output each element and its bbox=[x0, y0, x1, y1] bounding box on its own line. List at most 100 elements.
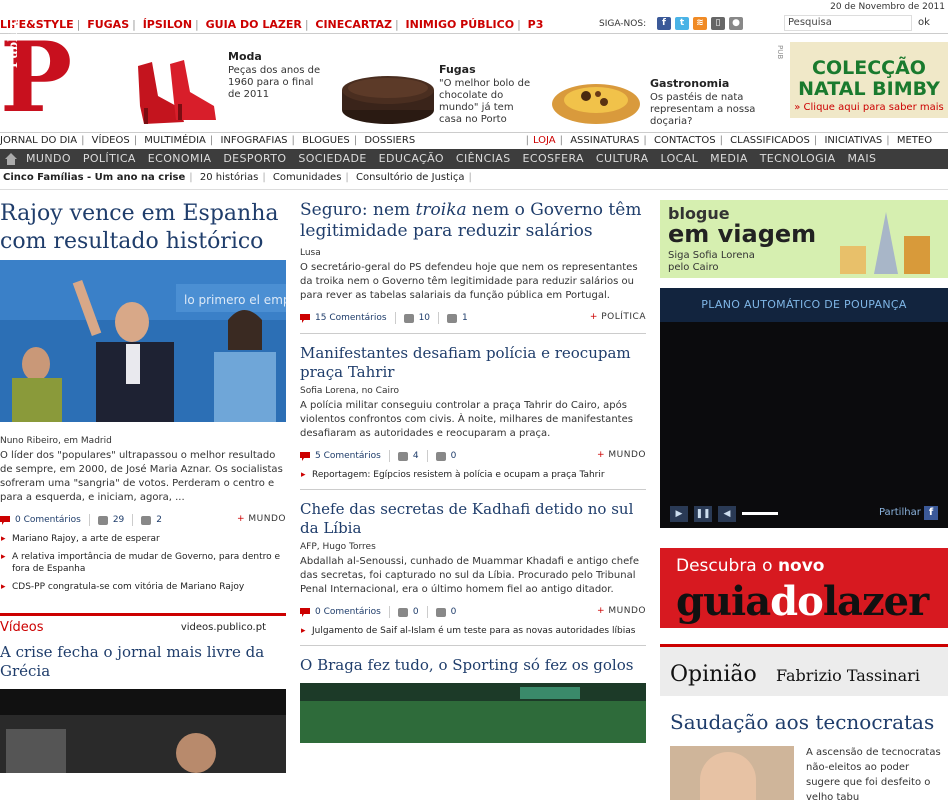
videos-header: Vídeos videos.publico.pt bbox=[0, 613, 286, 635]
top-link-cinecartaz[interactable]: CINECARTAZ bbox=[315, 18, 392, 31]
secondary-nav: JORNAL DO DIA | VÍDEOS | MULTIMÉDIA | INFOG… bbox=[0, 132, 948, 149]
mobile-icon[interactable]: ▯ bbox=[711, 17, 725, 30]
top-link-fugas[interactable]: FUGAS bbox=[87, 18, 129, 31]
article-3-related[interactable]: Julgamento de Saif al-Islam é um teste p… bbox=[300, 625, 646, 637]
video-headline[interactable]: A crise fecha o jornal mais livre da Gré… bbox=[0, 643, 286, 681]
opinion-author[interactable]: Fabrizio Tassinari bbox=[776, 666, 920, 685]
rss-icon[interactable]: ≋ bbox=[693, 17, 707, 30]
article-3-comments[interactable]: 0 Comentários bbox=[315, 607, 381, 617]
bimby-ad[interactable]: COLECÇÃO NATAL BIMBY » Clique aqui para … bbox=[790, 42, 948, 118]
article-4-photo[interactable] bbox=[300, 683, 646, 743]
subnav-comunidades[interactable]: Comunidades bbox=[273, 172, 341, 183]
blog-promo[interactable]: blogue em viagem Siga Sofia Lorena pelo C… bbox=[660, 200, 948, 278]
promo-title: Moda bbox=[228, 50, 262, 63]
facebook-icon[interactable]: f bbox=[657, 17, 671, 30]
nav-tecnologia[interactable]: TECNOLOGIA bbox=[760, 152, 836, 165]
share-count-icon bbox=[397, 451, 408, 461]
pause-icon[interactable]: ❚❚ bbox=[694, 506, 712, 522]
home-icon[interactable] bbox=[4, 152, 18, 166]
article-2-headline[interactable]: Manifestantes desafiam polícia e reocupa… bbox=[300, 344, 646, 382]
lead-related-2[interactable]: A relativa importância de mudar de Gover… bbox=[0, 551, 286, 575]
article-3-headline[interactable]: Chefe das secretas de Kadhafi detido no … bbox=[300, 500, 646, 538]
top-link-inimigo[interactable]: INIMIGO PÚBLICO bbox=[406, 18, 515, 31]
article-1-section[interactable]: POLÍTICA bbox=[590, 312, 646, 322]
subnav-cinco-familias[interactable]: Cinco Famílias - Um ano na crise bbox=[3, 172, 185, 183]
share-count-icon bbox=[97, 515, 108, 525]
lead-photo[interactable]: lo primero el empleo bbox=[0, 260, 286, 422]
promo-fugas[interactable]: Fugas "O melhor bolo de chocolate do mun… bbox=[439, 63, 539, 126]
nav-multimedia[interactable]: MULTIMÉDIA bbox=[144, 135, 206, 146]
lead-count-2: 2 bbox=[156, 515, 163, 525]
article-4-headline[interactable]: O Braga fez tudo, o Sporting só fez os g… bbox=[300, 656, 646, 675]
nav-classificados[interactable]: CLASSIFICADOS bbox=[730, 135, 810, 146]
video-thumb[interactable] bbox=[0, 689, 286, 773]
lead-related-1[interactable]: Mariano Rajoy, a arte de esperar bbox=[0, 533, 286, 545]
photo-banner: lo primero el empleo bbox=[184, 293, 286, 307]
promo-pastel-image[interactable] bbox=[550, 74, 642, 126]
nav-contactos[interactable]: CONTACTOS bbox=[654, 135, 716, 146]
apple-icon[interactable]: ● bbox=[729, 17, 743, 30]
nav-assinaturas[interactable]: ASSINATURAS bbox=[570, 135, 639, 146]
nav-ecosfera[interactable]: ECOSFERA bbox=[523, 152, 584, 165]
volume-slider[interactable] bbox=[742, 512, 778, 515]
article-2-related[interactable]: Reportagem: Egípcios resistem à polícia … bbox=[300, 469, 646, 481]
blog-subtitle: Siga Sofia Lorena pelo Cairo bbox=[668, 250, 755, 273]
search-ok-button[interactable]: ok bbox=[918, 17, 930, 28]
nav-politica[interactable]: POLÍTICA bbox=[83, 152, 136, 165]
nav-blogues[interactable]: BLOGUES bbox=[302, 135, 350, 146]
nav-mundo[interactable]: MUNDO bbox=[26, 152, 71, 165]
promo-gastronomia[interactable]: Gastronomia Os pastéis de nata represent… bbox=[650, 77, 760, 128]
social-icons: f t ≋ ▯ ● bbox=[657, 17, 743, 30]
videos-link[interactable]: videos.publico.pt bbox=[181, 622, 266, 633]
article-1-comments[interactable]: 15 Comentários bbox=[315, 313, 387, 323]
publico-logo[interactable]: P Público bbox=[0, 17, 80, 130]
top-link-p3[interactable]: P3 bbox=[528, 18, 544, 31]
twitter-icon[interactable]: t bbox=[675, 17, 689, 30]
nav-jornal[interactable]: JORNAL DO DIA bbox=[0, 135, 77, 146]
lead-related-3[interactable]: CDS-PP congratula-se com vitória de Mari… bbox=[0, 581, 286, 593]
nav-cultura[interactable]: CULTURA bbox=[596, 152, 649, 165]
subnav-20-historias[interactable]: 20 histórias bbox=[200, 172, 259, 183]
article-3-section[interactable]: MUNDO bbox=[597, 606, 646, 616]
opinion-title[interactable]: Saudação aos tecnocratas bbox=[670, 710, 934, 734]
lead-section[interactable]: MUNDO bbox=[237, 514, 286, 524]
nav-economia[interactable]: ECONOMIA bbox=[148, 152, 212, 165]
play-icon[interactable]: ▶ bbox=[670, 506, 688, 522]
video-share[interactable]: Partilhar f bbox=[879, 506, 938, 520]
lead-comments[interactable]: 0 Comentários bbox=[15, 515, 81, 525]
date-text: 20 de Novembro de 2011 bbox=[830, 2, 945, 12]
nav-mais[interactable]: MAIS bbox=[848, 152, 877, 165]
videos-label[interactable]: Vídeos bbox=[0, 620, 43, 635]
top-link-guia[interactable]: GUIA DO LAZER bbox=[206, 18, 302, 31]
promo-cake-image[interactable] bbox=[340, 70, 436, 126]
nav-local[interactable]: LOCAL bbox=[660, 152, 698, 165]
article-2-count-1: 4 bbox=[412, 451, 419, 461]
recommend-icon bbox=[141, 515, 152, 525]
promo-moda[interactable]: Moda Peças dos anos de 1960 para o final… bbox=[228, 50, 328, 101]
nav-sociedade[interactable]: SOCIEDADE bbox=[298, 152, 366, 165]
article-2-section[interactable]: MUNDO bbox=[597, 450, 646, 460]
article-1-count-1: 10 bbox=[418, 313, 431, 323]
promo-shoes-image[interactable] bbox=[130, 56, 222, 128]
nav-educacao[interactable]: EDUCAÇÃO bbox=[379, 152, 444, 165]
nav-media[interactable]: MEDIA bbox=[710, 152, 748, 165]
nav-ciencias[interactable]: CIÊNCIAS bbox=[456, 152, 511, 165]
nav-desporto[interactable]: DESPORTO bbox=[223, 152, 286, 165]
guia-lazer-ad[interactable]: Descubra o novo guiadolazer bbox=[660, 548, 948, 628]
nav-loja[interactable]: LOJA bbox=[533, 135, 556, 146]
nav-infografias[interactable]: INFOGRAFIAS bbox=[220, 135, 287, 146]
nav-meteo[interactable]: METEO bbox=[897, 135, 932, 146]
nav-videos[interactable]: VÍDEOS bbox=[92, 135, 130, 146]
article-1-headline[interactable]: Seguro: nem troika nem o Governo têm leg… bbox=[300, 200, 646, 242]
ad-pub-label: PUB bbox=[776, 45, 784, 60]
lead-headline[interactable]: Rajoy vence em Espanha com resultado his… bbox=[0, 200, 286, 256]
video-player[interactable]: PLANO AUTOMÁTICO DE POUPANÇA ▶ ❚❚ ◀ Part… bbox=[660, 288, 948, 528]
subnav-consultorio[interactable]: Consultório de Justiça bbox=[356, 172, 465, 183]
recommend-icon bbox=[435, 451, 446, 461]
article-2-comments[interactable]: 5 Comentários bbox=[315, 451, 381, 461]
nav-dossiers[interactable]: DOSSIERS bbox=[364, 135, 415, 146]
volume-icon[interactable]: ◀ bbox=[718, 506, 736, 522]
nav-iniciativas[interactable]: INICIATIVAS bbox=[824, 135, 882, 146]
top-link-ipsilon[interactable]: ÍPSILON bbox=[143, 18, 192, 31]
opinion-author-photo[interactable] bbox=[670, 746, 794, 800]
